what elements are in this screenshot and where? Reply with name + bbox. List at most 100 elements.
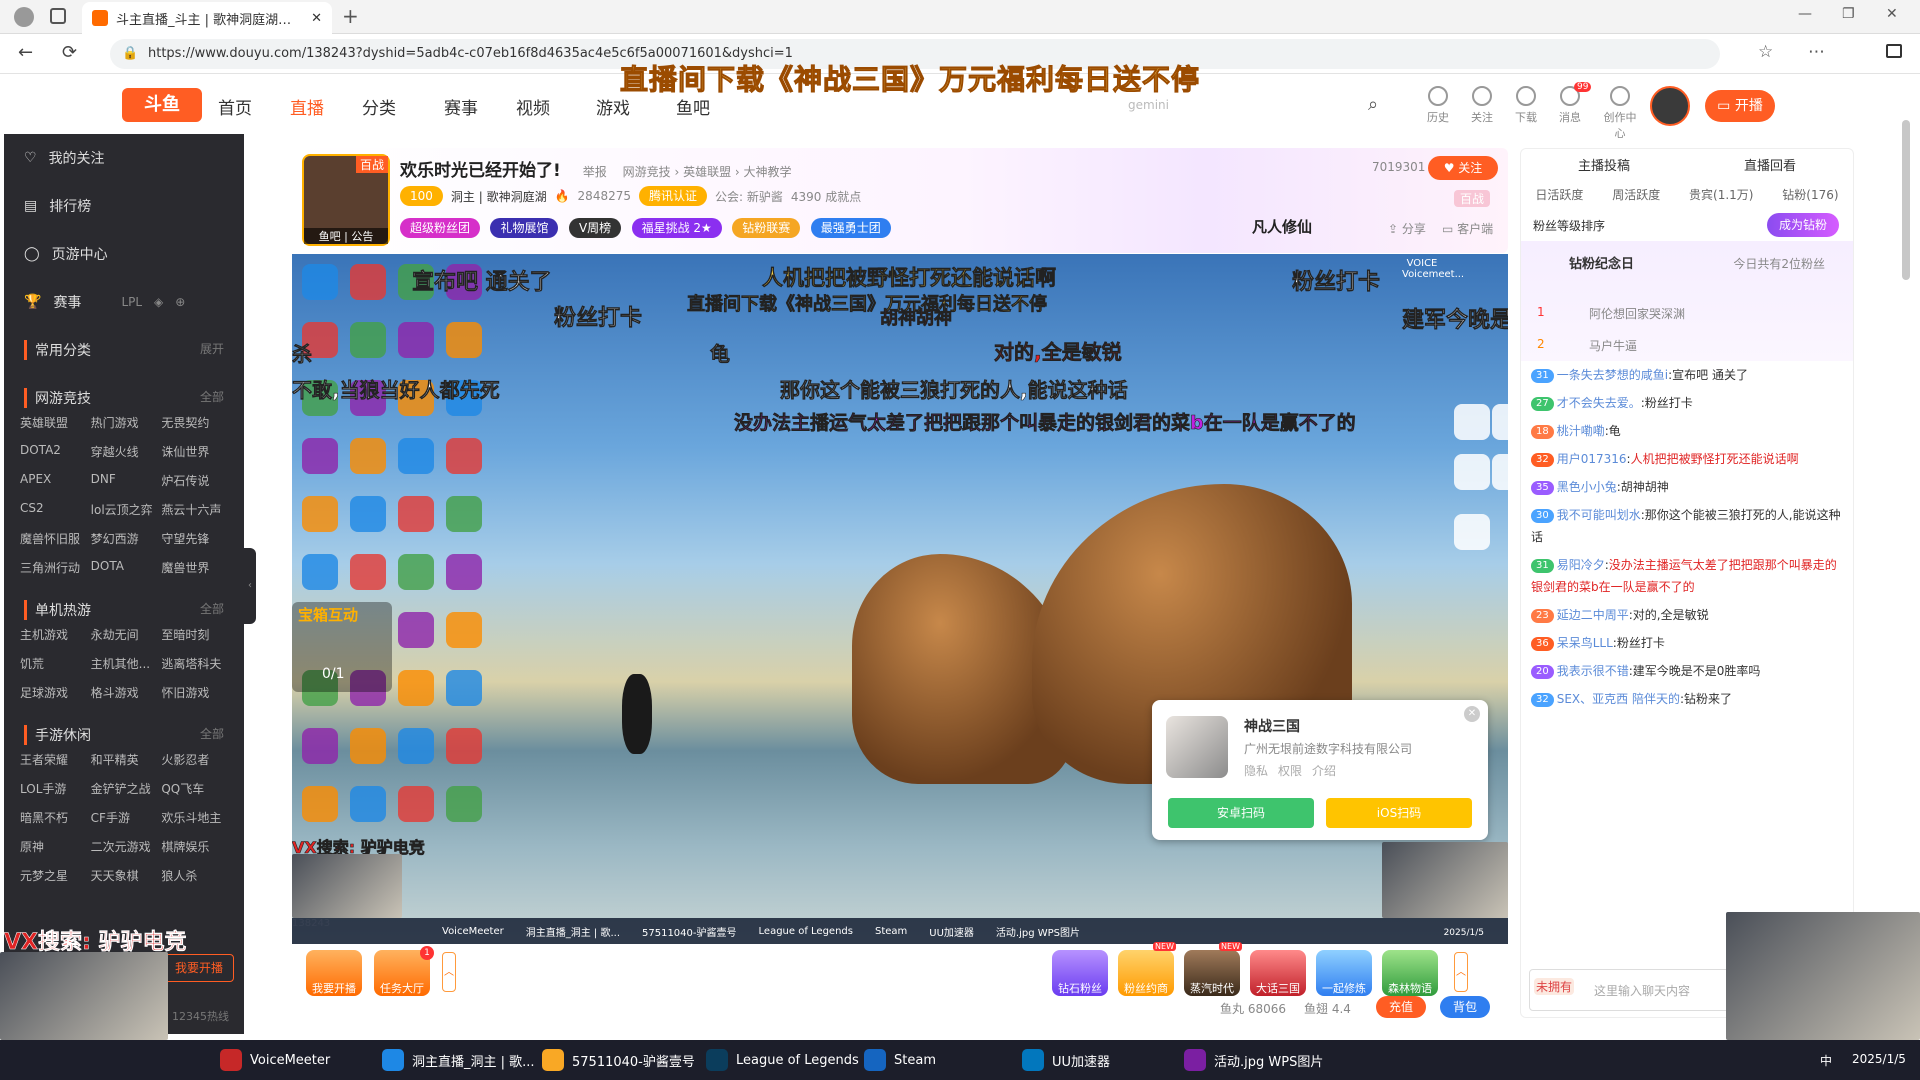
- desktop-app-icon[interactable]: [350, 322, 386, 358]
- dota-logo-icon[interactable]: ⊕: [175, 295, 185, 309]
- all-link[interactable]: 全部: [200, 600, 224, 620]
- game-link[interactable]: 元梦之星: [20, 867, 91, 884]
- game-link[interactable]: 棋牌娱乐: [161, 838, 232, 855]
- game-link[interactable]: 燕云十六声: [161, 501, 232, 518]
- task-hall-shortcut[interactable]: 任务大厅 1: [374, 946, 434, 996]
- tab-streamer-posts[interactable]: 主播投稿: [1578, 155, 1630, 174]
- new-tab-icon[interactable]: +: [342, 4, 359, 28]
- game-link[interactable]: 三角洲行动: [20, 559, 91, 576]
- creator-center-button[interactable]: 创作中心: [1600, 86, 1640, 141]
- game-link[interactable]: 穿越火线: [91, 443, 162, 460]
- intro-link[interactable]: 介绍: [1312, 762, 1336, 779]
- expand-left-icon[interactable]: ︿: [442, 952, 456, 992]
- desktop-app-icon[interactable]: [350, 438, 386, 474]
- game-link[interactable]: 天天象棋: [91, 867, 162, 884]
- site-info-icon[interactable]: 🔒: [122, 39, 138, 69]
- tag-weekly[interactable]: V周榜: [568, 218, 622, 238]
- search-icon[interactable]: ⌕: [1368, 94, 1378, 115]
- game-link[interactable]: CS2: [20, 501, 91, 518]
- douyu-logo[interactable]: 斗鱼: [122, 88, 202, 122]
- expand-link[interactable]: 展开: [200, 340, 224, 360]
- desktop-app-icon[interactable]: [446, 438, 482, 474]
- game-link[interactable]: 魔兽怀旧服: [20, 530, 91, 547]
- tag-warriors[interactable]: 最强勇士团: [810, 218, 891, 238]
- desktop-app-icon[interactable]: [398, 670, 434, 706]
- game-link[interactable]: 怀旧游戏: [161, 684, 232, 701]
- game-link[interactable]: lol云顶之弈: [91, 501, 162, 518]
- page-scrollbar[interactable]: [1902, 120, 1910, 280]
- desktop-app-icon[interactable]: [398, 322, 434, 358]
- tab-actions-icon[interactable]: [50, 8, 66, 24]
- game-link[interactable]: 金铲铲之战: [91, 780, 162, 797]
- desktop-app-icon[interactable]: [302, 438, 338, 474]
- chat-username[interactable]: 一条失去梦想的咸鱼i: [1557, 368, 1668, 382]
- game-link[interactable]: LOL手游: [20, 780, 91, 797]
- desktop-app-icon[interactable]: [1454, 404, 1490, 440]
- taskbar-item[interactable]: League of Legends: [696, 1040, 869, 1080]
- yuba-notice[interactable]: 鱼吧 | 公告: [304, 228, 388, 244]
- history-button[interactable]: 历史: [1422, 86, 1454, 125]
- tab-daily[interactable]: 日活跃度: [1535, 186, 1583, 203]
- chat-username[interactable]: 呆呆鸟LLL: [1557, 636, 1613, 650]
- all-link[interactable]: 全部: [200, 725, 224, 745]
- game-link[interactable]: 梦幻西游: [91, 530, 162, 547]
- tab-diamond-fans[interactable]: 钻粉(176): [1782, 186, 1838, 203]
- more-menu-icon[interactable]: ⋯: [1808, 42, 1825, 62]
- game-link[interactable]: 格斗游戏: [91, 684, 162, 701]
- restore-icon[interactable]: ❐: [1842, 6, 1855, 22]
- chat-username[interactable]: 桃汁嘞嘞: [1557, 424, 1605, 438]
- game-link[interactable]: 二次元游戏: [91, 838, 162, 855]
- desktop-app-icon[interactable]: [350, 728, 386, 764]
- expand-right-icon[interactable]: ︿: [1454, 952, 1468, 992]
- game-link[interactable]: 炉石传说: [161, 472, 232, 489]
- desktop-app-icon[interactable]: [446, 496, 482, 532]
- desktop-app-icon[interactable]: [398, 554, 434, 590]
- tab-replay[interactable]: 直播回看: [1744, 155, 1796, 174]
- desktop-app-icon[interactable]: [446, 322, 482, 358]
- tag-super-fans[interactable]: 超级粉丝团: [400, 218, 481, 238]
- become-diamond-button[interactable]: 成为钻粉: [1766, 213, 1839, 237]
- all-link[interactable]: 全部: [200, 388, 224, 408]
- gift-steam-era[interactable]: 蒸汽时代 NEW: [1184, 942, 1242, 996]
- tab-vip[interactable]: 贵宾(1.1万): [1689, 186, 1753, 203]
- client-button[interactable]: ▭ 客户端: [1442, 220, 1493, 237]
- desktop-app-icon[interactable]: [302, 264, 338, 300]
- sidebar-item-webgame[interactable]: ◯ 页游中心: [4, 230, 244, 278]
- sidebar-item-rank[interactable]: ▤ 排行榜: [4, 182, 244, 230]
- taskbar-item[interactable]: 57511040-驴酱壹号: [532, 1040, 705, 1080]
- download-button[interactable]: 下载: [1510, 86, 1542, 125]
- favorites-icon[interactable]: ☆: [1758, 42, 1773, 62]
- gift-forest-story[interactable]: 森林物语: [1382, 950, 1438, 996]
- report-link[interactable]: 举报: [583, 165, 607, 179]
- desktop-app-icon[interactable]: [350, 264, 386, 300]
- game-link[interactable]: 魔兽世界: [161, 559, 232, 576]
- chat-username[interactable]: SEX、亚克西 陪伴天的: [1557, 692, 1680, 706]
- game-link[interactable]: 至暗时刻: [161, 626, 232, 643]
- nav-events[interactable]: 赛事: [444, 94, 478, 119]
- gift-diamond-fans[interactable]: 钻石粉丝: [1052, 950, 1108, 996]
- game-link[interactable]: 热门游戏: [91, 414, 162, 431]
- desktop-app-icon[interactable]: [302, 554, 338, 590]
- chat-username[interactable]: 黑色小小兔: [1557, 480, 1617, 494]
- game-link[interactable]: QQ飞车: [161, 780, 232, 797]
- start-stream-button[interactable]: ▭ 开播: [1705, 90, 1775, 122]
- share-button[interactable]: ⇪ 分享: [1388, 220, 1426, 237]
- game-link[interactable]: DOTA: [91, 559, 162, 576]
- nav-live[interactable]: 直播: [290, 94, 324, 119]
- sidebar-toggle-icon[interactable]: [1886, 44, 1902, 58]
- desktop-app-icon[interactable]: [398, 612, 434, 648]
- nav-video[interactable]: 视频: [516, 94, 550, 119]
- close-icon[interactable]: ✕: [1464, 706, 1480, 722]
- desktop-app-icon[interactable]: [350, 496, 386, 532]
- desktop-app-icon[interactable]: [1454, 454, 1490, 490]
- tag-gift-hall[interactable]: 礼物展馆: [490, 218, 559, 238]
- desktop-app-icon[interactable]: [1454, 514, 1490, 550]
- chat-username[interactable]: 才不会失去爱。: [1557, 396, 1641, 410]
- game-link[interactable]: 暗黑不朽: [20, 809, 91, 826]
- ios-download-button[interactable]: iOS扫码: [1326, 798, 1472, 828]
- follow-button[interactable]: ♥ 关注: [1428, 156, 1498, 180]
- taskbar-item[interactable]: 活动.jpg WPS图片: [1174, 1040, 1333, 1080]
- chat-username[interactable]: 我不可能叫划水: [1557, 508, 1641, 522]
- search-hint[interactable]: gemini: [1128, 98, 1169, 112]
- go-live-shortcut[interactable]: 我要开播: [306, 950, 362, 996]
